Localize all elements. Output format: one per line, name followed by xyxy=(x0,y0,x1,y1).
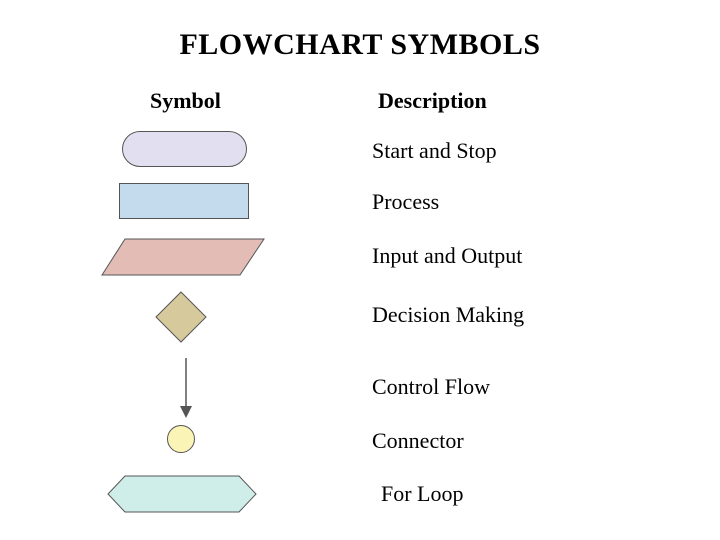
row-description: Control Flow xyxy=(372,374,490,400)
connector-icon xyxy=(167,425,195,453)
column-header-symbol: Symbol xyxy=(150,88,221,114)
row-description: Connector xyxy=(372,428,464,454)
column-header-description: Description xyxy=(378,88,487,114)
arrow-icon xyxy=(177,356,195,419)
row-description: Process xyxy=(372,189,439,215)
row-description: Input and Output xyxy=(372,243,522,269)
hexagon-icon xyxy=(107,475,257,513)
page-title: FLOWCHART SYMBOLS xyxy=(0,28,720,62)
terminator-icon xyxy=(122,131,247,167)
process-icon xyxy=(119,183,249,219)
diamond-icon xyxy=(154,290,208,344)
parallelogram-icon xyxy=(101,238,265,276)
row-description: For Loop xyxy=(381,481,464,507)
row-description: Decision Making xyxy=(372,302,524,328)
row-description: Start and Stop xyxy=(372,138,497,164)
